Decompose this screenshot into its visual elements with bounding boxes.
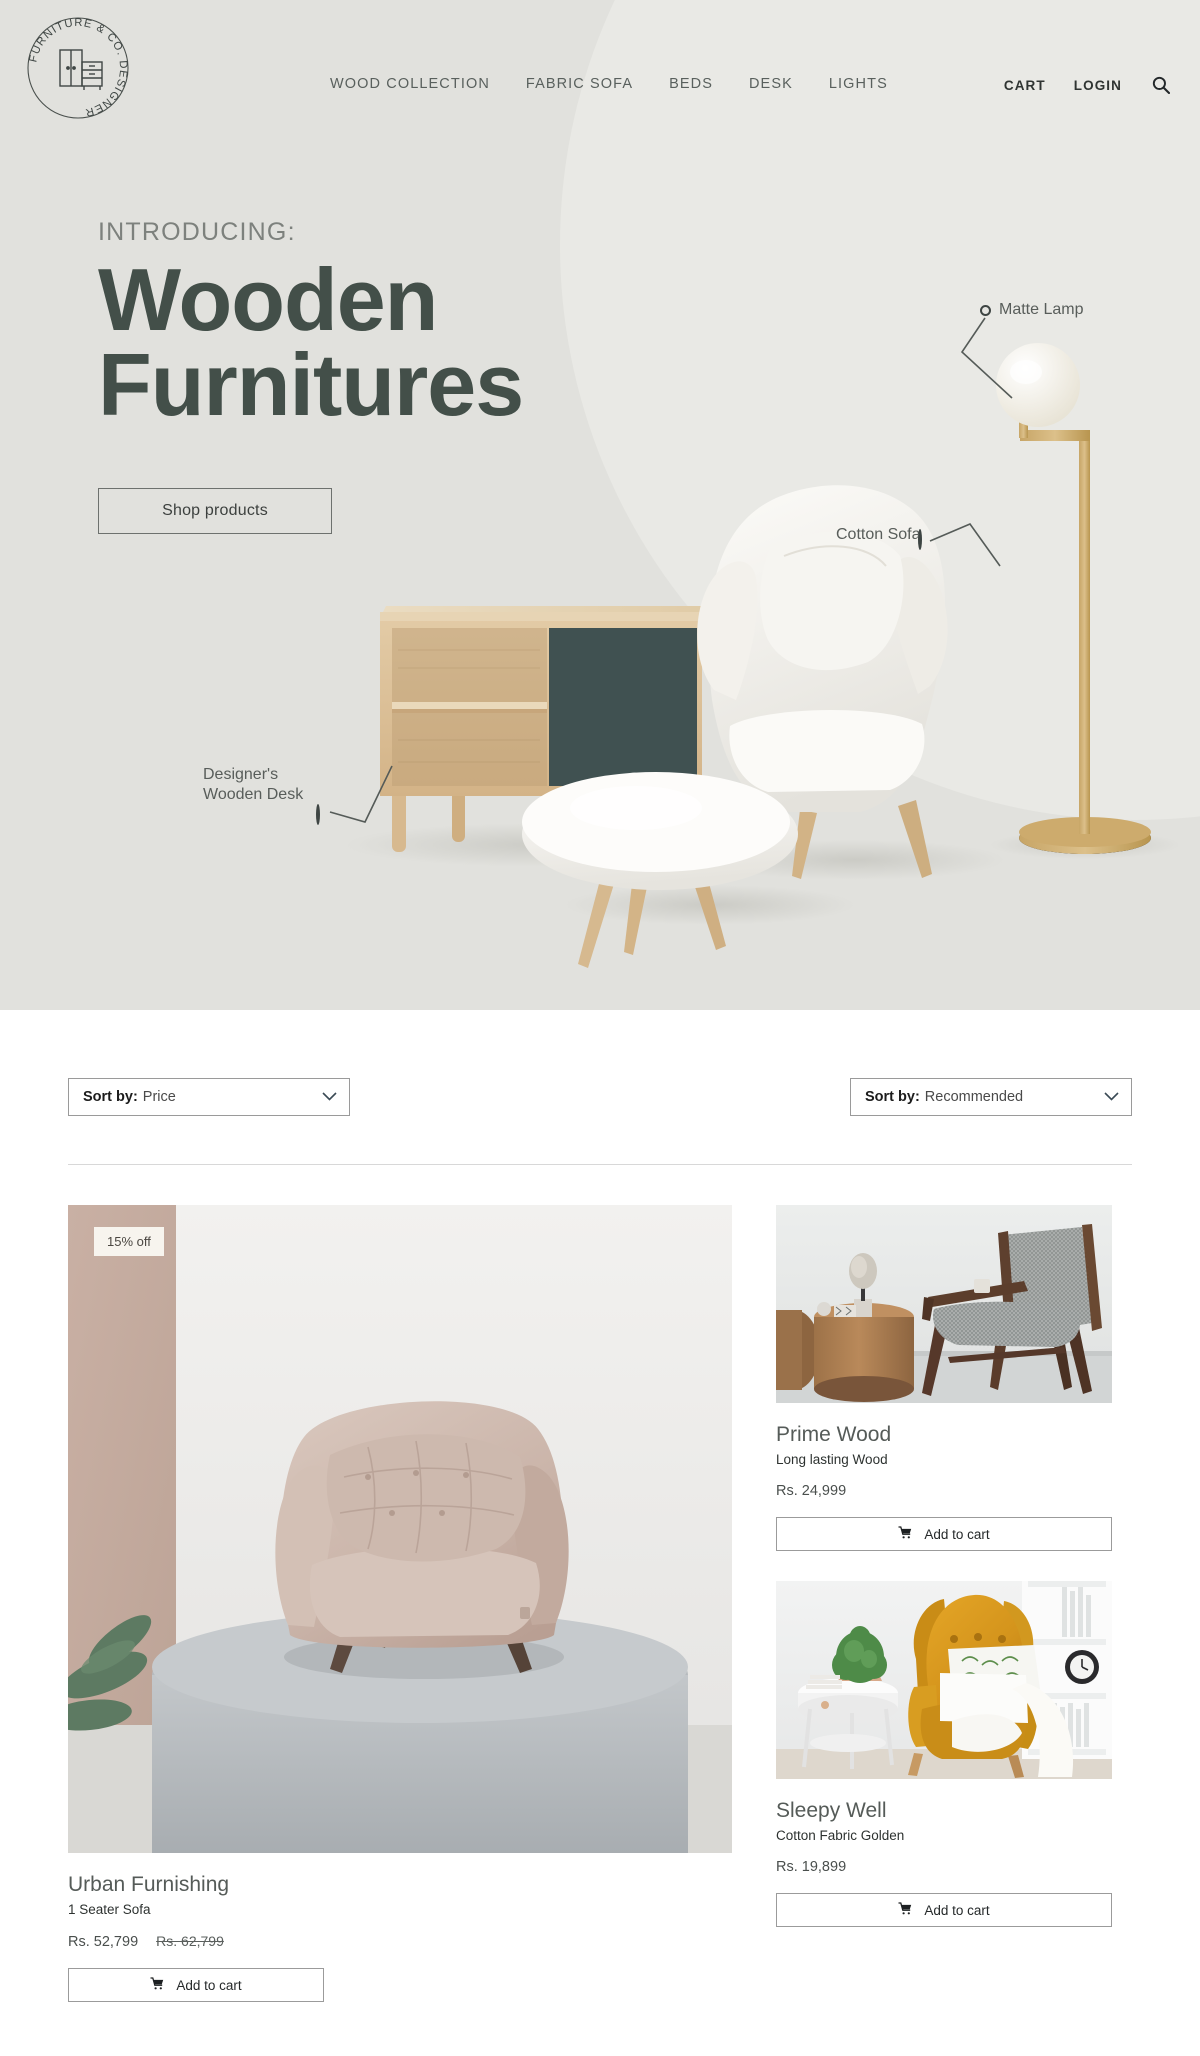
- nav-lights[interactable]: LIGHTS: [829, 76, 888, 92]
- chevron-down-icon: [322, 1089, 337, 1105]
- product-subtitle: 1 Seater Sofa: [68, 1902, 151, 1917]
- product-card-urban-furnishing[interactable]: 15% off Urban Furnishing 1 Seater Sofa R…: [68, 1205, 732, 2002]
- shop-products-button[interactable]: Shop products: [98, 487, 332, 534]
- annotation-cotton-sofa-dot: [918, 529, 922, 550]
- add-to-cart-button[interactable]: Add to cart: [776, 1893, 1112, 1927]
- brand-logo[interactable]: FURNITURE & CO. DESIGNER: [22, 12, 134, 124]
- sort-controls-row: Sort by: Price Sort by: Recommended: [68, 1010, 1132, 1116]
- product-column-right: Prime Wood Long lasting Wood Rs. 24,999: [776, 1205, 1112, 2002]
- mustard-wingback-chair-photo: [776, 1581, 1112, 1779]
- discount-badge: 15% off: [94, 1227, 164, 1256]
- beige-armchair-photo: [68, 1205, 732, 1853]
- annotation-dot-icon: [918, 529, 922, 550]
- nav-beds[interactable]: BEDS: [669, 76, 713, 92]
- product-price: Rs. 24,999: [776, 1483, 847, 1499]
- catalog-section: Sort by: Price Sort by: Recommended 15% …: [0, 1010, 1200, 2002]
- product-title: Prime Wood: [776, 1423, 892, 1446]
- hero-section: FURNITURE & CO. DESIGNER WOOD COLLECTION…: [0, 0, 1200, 1010]
- annotation-wooden-desk-dot: [316, 804, 320, 825]
- product-title: Urban Furnishing: [68, 1873, 230, 1896]
- sort-by-recommended-select[interactable]: Sort by: Recommended: [850, 1078, 1132, 1116]
- product-grid: 15% off Urban Furnishing 1 Seater Sofa R…: [68, 1205, 1132, 2002]
- annotation-wooden-desk: Designer's Wooden Desk: [203, 765, 303, 805]
- annotation-matte-lamp-label: Matte Lamp: [999, 301, 1084, 318]
- hero-title-line-2: Furnitures: [98, 335, 524, 435]
- annotation-cotton-sofa-label: Cotton Sofa: [836, 526, 921, 543]
- product-image-prime-wood[interactable]: [776, 1205, 1112, 1403]
- product-price: Rs. 52,799: [68, 1934, 139, 1950]
- main-nav: WOOD COLLECTION FABRIC SOFA BEDS DESK LI…: [330, 76, 888, 92]
- product-price-row: Rs. 52,799 Rs. 62,799: [68, 1933, 732, 1950]
- login-link[interactable]: LOGIN: [1074, 78, 1122, 93]
- nav-fabric-sofa[interactable]: FABRIC SOFA: [526, 76, 633, 92]
- sort-by-price-select[interactable]: Sort by: Price: [68, 1078, 350, 1116]
- sort-left-value: Price: [142, 1089, 176, 1105]
- hero-title: Wooden Furnitures: [98, 250, 524, 435]
- hero-kicker: INTRODUCING:: [98, 218, 296, 246]
- add-to-cart-label: Add to cart: [924, 1902, 990, 1918]
- hero-title-line-1: Wooden: [98, 250, 438, 349]
- product-image-urban-furnishing[interactable]: 15% off: [68, 1205, 732, 1853]
- sort-right-value: Recommended: [924, 1089, 1024, 1105]
- shopping-cart-icon: [898, 1526, 912, 1542]
- add-to-cart-label: Add to cart: [924, 1526, 990, 1542]
- sort-right-label: Sort by:: [865, 1089, 920, 1105]
- product-old-price: Rs. 62,799: [156, 1933, 224, 1949]
- sort-left-label: Sort by:: [83, 1089, 138, 1105]
- product-subtitle: Long lasting Wood: [776, 1452, 888, 1467]
- section-divider: [68, 1164, 1132, 1165]
- hero-copy: INTRODUCING: Wooden Furnitures Shop prod…: [98, 218, 524, 534]
- cart-link[interactable]: CART: [1004, 78, 1046, 93]
- product-title: Sleepy Well: [776, 1799, 887, 1822]
- chevron-down-icon: [1104, 1089, 1119, 1105]
- top-navigation-bar: FURNITURE & CO. DESIGNER WOOD COLLECTION…: [0, 0, 1200, 180]
- grey-lounge-chair-photo: [776, 1205, 1112, 1403]
- annotation-dot-icon: [316, 804, 320, 825]
- shopping-cart-icon: [898, 1902, 912, 1918]
- product-subtitle: Cotton Fabric Golden: [776, 1828, 905, 1843]
- product-card-sleepy-well[interactable]: Sleepy Well Cotton Fabric Golden Rs. 19,…: [776, 1581, 1112, 1927]
- add-to-cart-button[interactable]: Add to cart: [68, 1968, 324, 2002]
- product-price-row: Rs. 24,999: [776, 1483, 1112, 1499]
- nav-wood-collection[interactable]: WOOD COLLECTION: [330, 76, 490, 92]
- product-card-prime-wood[interactable]: Prime Wood Long lasting Wood Rs. 24,999: [776, 1205, 1112, 1551]
- add-to-cart-label: Add to cart: [176, 1977, 242, 1993]
- annotation-dot-icon: [980, 304, 991, 316]
- search-icon[interactable]: [1150, 74, 1172, 96]
- product-image-sleepy-well[interactable]: [776, 1581, 1112, 1779]
- add-to-cart-button[interactable]: Add to cart: [776, 1517, 1112, 1551]
- annotation-matte-lamp: Matte Lamp: [980, 300, 1083, 320]
- product-price: Rs. 19,899: [776, 1859, 847, 1875]
- nav-actions: CART LOGIN: [1004, 74, 1172, 96]
- annotation-cotton-sofa: Cotton Sofa: [836, 525, 921, 545]
- shopping-cart-icon: [150, 1977, 164, 1993]
- nav-desk[interactable]: DESK: [749, 76, 793, 92]
- annotation-wooden-desk-label: Designer's Wooden Desk: [203, 766, 304, 803]
- product-price-row: Rs. 19,899: [776, 1859, 1112, 1875]
